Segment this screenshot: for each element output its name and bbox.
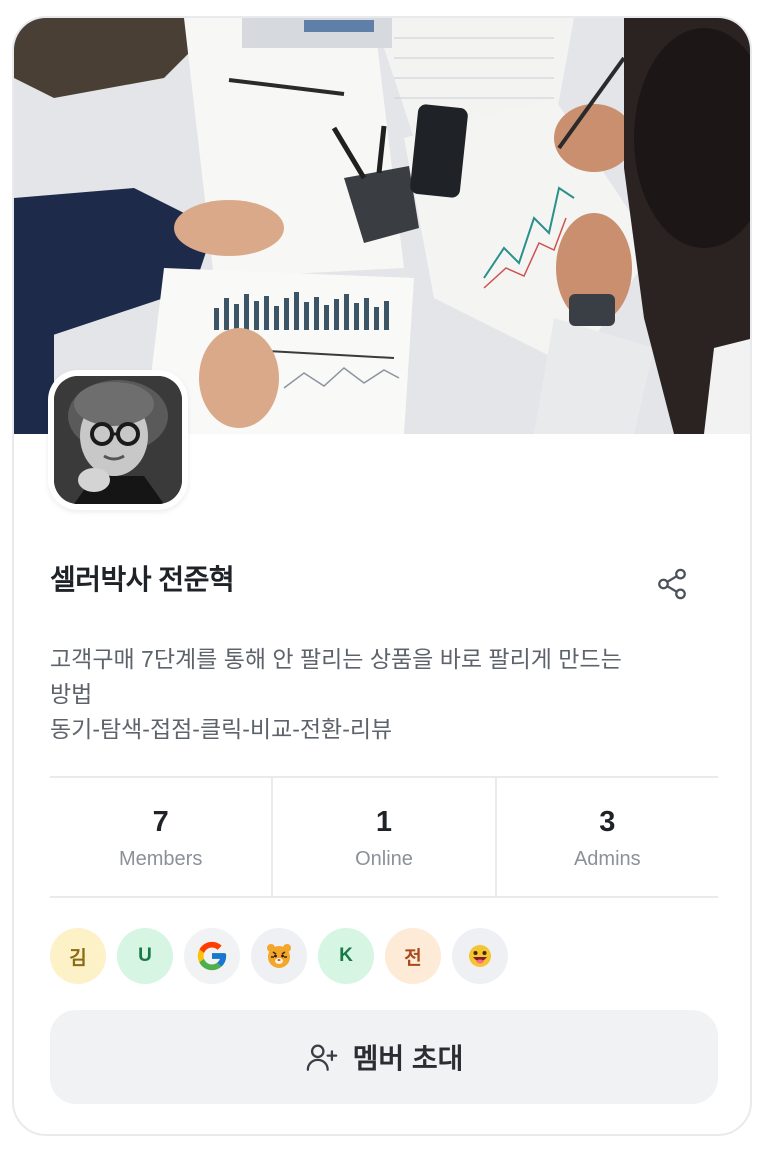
member-avatar[interactable]: 전 [385,928,441,984]
host-photo [54,376,182,504]
community-description: 고객구매 7단계를 통해 안 팔리는 상품을 바로 팔리게 만드는 방법 동기-… [50,642,720,747]
description-line: 방법 [50,681,93,707]
stat-online: 1 Online [273,778,497,896]
stat-label: Online [355,847,413,870]
stat-value: 1 [375,805,393,838]
stats-row: 7 Members 1 Online 3 Admins [50,776,718,898]
member-avatars: 김 U K 전 [50,928,508,984]
community-card: 셀러박사 전준혁 고객구매 7단계를 통해 안 팔리는 상품을 바로 팔리게 만… [12,16,752,1136]
invite-member-button[interactable]: 멤버 초대 [50,1010,718,1104]
share-icon [658,568,686,600]
description-line: 고객구매 7단계를 통해 안 팔리는 상품을 바로 팔리게 만드는 [50,646,622,672]
stat-value: 7 [152,805,169,838]
stat-value: 3 [599,805,616,838]
google-icon [197,941,227,971]
member-avatar[interactable]: U [117,928,173,984]
member-avatar[interactable] [452,928,508,984]
member-initial: 김 [69,947,87,969]
member-avatar[interactable] [251,928,307,984]
member-initial: 전 [404,947,422,969]
stat-admins: 3 Admins [497,778,718,896]
smile-emoji-icon [469,945,491,967]
invite-button-label: 멤버 초대 [352,1043,464,1074]
description-line: 동기-탐색-접점-클릭-비교-전환-리뷰 [50,716,393,742]
member-initial: U [138,945,152,966]
stat-members: 7 Members [50,778,274,896]
member-avatar[interactable] [184,928,240,984]
share-button[interactable] [650,562,694,606]
user-plus-icon [306,1044,337,1071]
community-avatar [48,370,188,510]
member-avatar[interactable]: 김 [50,928,106,984]
stat-label: Members [118,847,203,870]
member-initial: K [339,945,353,966]
community-title: 셀러박사 전준혁 [50,564,235,595]
stat-label: Admins [573,847,641,870]
member-avatar[interactable]: K [318,928,374,984]
tiger-emoji-icon [267,944,291,968]
